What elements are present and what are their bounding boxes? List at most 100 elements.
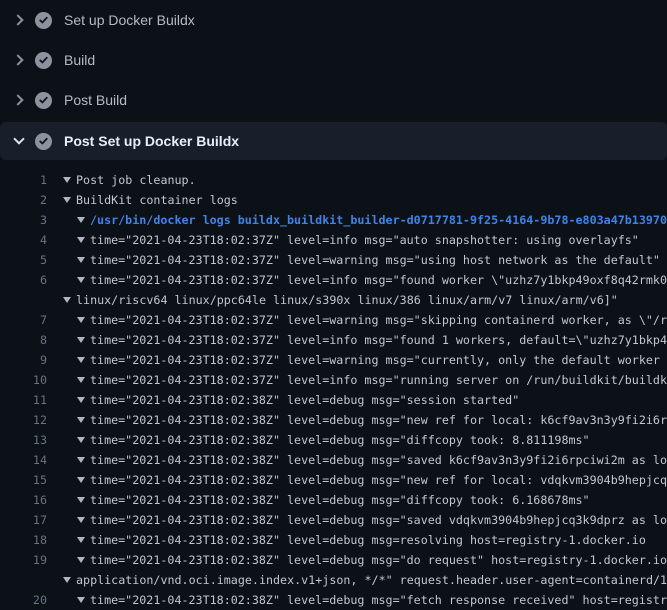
log-line-content: time="2021-04-23T18:02:37Z" level=info m… [90, 233, 639, 247]
log-line-number[interactable]: 12 [0, 410, 47, 430]
group-caret-icon [77, 497, 85, 503]
log-line-text: time="2021-04-23T18:02:37Z" level=warnin… [77, 250, 660, 270]
group-caret-icon [77, 597, 85, 603]
log-line-content: application/vnd.oci.image.index.v1+json,… [76, 573, 667, 587]
log-line-number[interactable]: 2 [0, 190, 47, 210]
log-line-number[interactable]: 6 [0, 270, 47, 290]
log-line-content: Post job cleanup. [76, 173, 196, 187]
log-line-text: time="2021-04-23T18:02:37Z" level=info m… [77, 270, 667, 290]
log-line-number[interactable]: 15 [0, 470, 47, 490]
log-line-number[interactable]: 4 [0, 230, 47, 250]
log-line-number[interactable]: 20 [0, 590, 47, 610]
group-caret-icon [77, 257, 85, 263]
log-line-content: linux/riscv64 linux/ppc64le linux/s390x … [76, 293, 618, 307]
log-line-content: time="2021-04-23T18:02:38Z" level=debug … [90, 493, 590, 507]
log-line: 9 time="2021-04-23T18:02:37Z" level=warn… [0, 350, 667, 370]
log-line-number[interactable]: 7 [0, 310, 47, 330]
step-label: Build [64, 52, 95, 68]
job-steps-list: Set up Docker Buildx Build Post Build [0, 0, 667, 160]
log-line: 10 time="2021-04-23T18:02:37Z" level=inf… [0, 370, 667, 390]
log-group-toggle[interactable]: BuildKit container logs [63, 190, 238, 210]
log-line-content: time="2021-04-23T18:02:38Z" level=debug … [90, 413, 667, 427]
log-line-text: time="2021-04-23T18:02:38Z" level=debug … [77, 550, 667, 570]
group-caret-icon [77, 417, 85, 423]
log-line: 7 time="2021-04-23T18:02:37Z" level=warn… [0, 310, 667, 330]
log-line-text: time="2021-04-23T18:02:38Z" level=debug … [77, 590, 667, 610]
group-caret-icon [77, 357, 85, 363]
log-line-content: time="2021-04-23T18:02:37Z" level=warnin… [90, 353, 667, 367]
log-line-text: time="2021-04-23T18:02:38Z" level=debug … [77, 490, 590, 510]
log-line: 14 time="2021-04-23T18:02:38Z" level=deb… [0, 450, 667, 470]
log-line-content: time="2021-04-23T18:02:38Z" level=debug … [90, 553, 667, 567]
log-line: 17 time="2021-04-23T18:02:38Z" level=deb… [0, 510, 667, 530]
log-line-number[interactable]: 8 [0, 330, 47, 350]
group-caret-icon [77, 377, 85, 383]
group-caret-icon [63, 177, 71, 183]
group-caret-icon [77, 437, 85, 443]
log-line-continuation: application/vnd.oci.image.index.v1+json,… [0, 570, 667, 590]
log-line-text: time="2021-04-23T18:02:37Z" level=warnin… [77, 310, 667, 330]
step-log-area: 1 Post job cleanup. 2 BuildKit container… [0, 160, 667, 610]
log-line: 2 BuildKit container logs [0, 190, 667, 210]
log-line-text: time="2021-04-23T18:02:38Z" level=debug … [77, 510, 667, 530]
group-caret-icon [77, 517, 85, 523]
group-caret-icon [77, 457, 85, 463]
log-line: 11 time="2021-04-23T18:02:38Z" level=deb… [0, 390, 667, 410]
log-line-text: time="2021-04-23T18:02:38Z" level=debug … [77, 430, 590, 450]
log-line-text: time="2021-04-23T18:02:38Z" level=debug … [77, 410, 667, 430]
group-caret-icon [63, 197, 71, 203]
log-line-text: time="2021-04-23T18:02:37Z" level=info m… [77, 330, 667, 350]
log-line-content: time="2021-04-23T18:02:38Z" level=debug … [90, 433, 590, 447]
log-line-number[interactable]: 5 [0, 250, 47, 270]
log-line: 3 /usr/bin/docker logs buildx_buildkit_b… [0, 210, 667, 230]
log-line-number[interactable]: 10 [0, 370, 47, 390]
log-line-content: time="2021-04-23T18:02:38Z" level=debug … [90, 393, 519, 407]
log-line-text: time="2021-04-23T18:02:37Z" level=info m… [77, 370, 667, 390]
log-line-number[interactable]: 17 [0, 510, 47, 530]
group-caret-icon [77, 337, 85, 343]
log-line-text: Post job cleanup. [63, 170, 196, 190]
log-line: 8 time="2021-04-23T18:02:37Z" level=info… [0, 330, 667, 350]
check-circle-icon [35, 52, 52, 69]
log-line: 19 time="2021-04-23T18:02:38Z" level=deb… [0, 550, 667, 570]
log-line-content: BuildKit container logs [76, 193, 238, 207]
log-line-number[interactable]: 1 [0, 170, 47, 190]
log-line-number[interactable] [0, 570, 47, 590]
log-line: 15 time="2021-04-23T18:02:38Z" level=deb… [0, 470, 667, 490]
log-line: 20 time="2021-04-23T18:02:38Z" level=deb… [0, 590, 667, 610]
group-caret-icon [77, 237, 85, 243]
log-line-text: application/vnd.oci.image.index.v1+json,… [63, 570, 667, 590]
group-caret-icon [77, 537, 85, 543]
log-line: 6 time="2021-04-23T18:02:37Z" level=info… [0, 270, 667, 290]
step-row-post-build[interactable]: Post Build [0, 80, 667, 120]
group-caret-icon [77, 217, 85, 223]
log-line-number[interactable]: 13 [0, 430, 47, 450]
log-line: 12 time="2021-04-23T18:02:38Z" level=deb… [0, 410, 667, 430]
chevron-down-icon [10, 133, 26, 149]
log-line-number[interactable]: 3 [0, 210, 47, 230]
step-row-post-set-up-docker-buildx[interactable]: Post Set up Docker Buildx [0, 122, 667, 160]
step-row-build[interactable]: Build [0, 40, 667, 80]
check-circle-icon [35, 133, 52, 150]
log-line-number[interactable] [0, 290, 47, 310]
log-line-number[interactable]: 19 [0, 550, 47, 570]
log-line-text: time="2021-04-23T18:02:37Z" level=warnin… [77, 350, 667, 370]
log-line-number[interactable]: 14 [0, 450, 47, 470]
log-line-content: time="2021-04-23T18:02:37Z" level=warnin… [90, 313, 667, 327]
log-line-text: time="2021-04-23T18:02:38Z" level=debug … [77, 530, 646, 550]
group-caret-icon [77, 317, 85, 323]
log-line-number[interactable]: 9 [0, 350, 47, 370]
log-line: 16 time="2021-04-23T18:02:38Z" level=deb… [0, 490, 667, 510]
log-line-content: /usr/bin/docker logs buildx_buildkit_bui… [90, 213, 667, 227]
log-line-content: time="2021-04-23T18:02:38Z" level=debug … [90, 473, 667, 487]
log-line-number[interactable]: 11 [0, 390, 47, 410]
log-line-content: time="2021-04-23T18:02:38Z" level=debug … [90, 593, 667, 607]
log-line: 4 time="2021-04-23T18:02:37Z" level=info… [0, 230, 667, 250]
log-line-number[interactable]: 18 [0, 530, 47, 550]
step-row-set-up-docker-buildx[interactable]: Set up Docker Buildx [0, 0, 667, 40]
log-line-text: time="2021-04-23T18:02:38Z" level=debug … [77, 470, 667, 490]
log-line: 13 time="2021-04-23T18:02:38Z" level=deb… [0, 430, 667, 450]
log-line-content: time="2021-04-23T18:02:38Z" level=debug … [90, 453, 667, 467]
log-line-number[interactable]: 16 [0, 490, 47, 510]
step-label: Post Build [64, 92, 127, 108]
